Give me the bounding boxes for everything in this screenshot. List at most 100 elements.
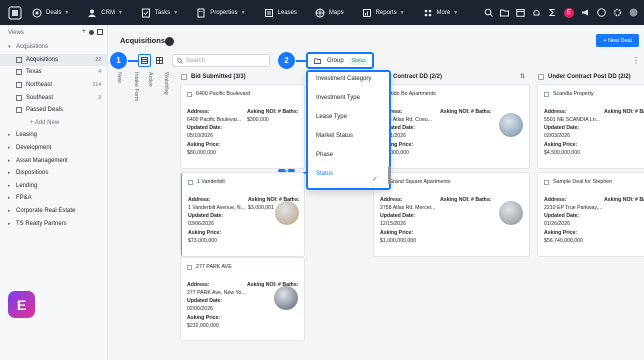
- group-by-label: Group: [327, 57, 344, 64]
- app-logo-icon[interactable]: [8, 5, 22, 20]
- sidebar-item[interactable]: Texas 4: [0, 66, 107, 79]
- deal-card[interactable]: Grand Square Apartments Address: Asking NO…: [374, 173, 529, 256]
- sidebar-item[interactable]: Southeast 3: [0, 91, 107, 104]
- sidebar-item-label: + Add New: [30, 119, 60, 126]
- sidebar-item[interactable]: ▸ Leasing: [0, 129, 107, 142]
- deal-name[interactable]: Scandia Property: [544, 91, 594, 97]
- deal-card[interactable]: Aldo Bo Apartments Address: Asking NOI: # B…: [374, 85, 529, 168]
- sidebar-item-label: TS Realty Partners: [16, 220, 67, 227]
- dropdown-option-investment-category[interactable]: Investment Category: [316, 76, 371, 82]
- deal-checkbox[interactable]: [188, 179, 193, 185]
- dropdown-option-phase[interactable]: Phase: [316, 152, 333, 158]
- nav-deals[interactable]: Deals ▼: [32, 8, 69, 18]
- chevron-right-icon[interactable]: ▸: [8, 183, 16, 189]
- address-label: Address:: [380, 197, 403, 203]
- sidebar-item[interactable]: ▸ FP&A: [0, 192, 107, 205]
- deal-checkbox[interactable]: [187, 91, 192, 97]
- updated-date-value: 02/06/2026: [187, 306, 213, 312]
- dropdown-option-lease-type[interactable]: Lease Type: [316, 114, 347, 120]
- collapsed-column-active[interactable]: Active: [147, 72, 153, 87]
- deal-checkbox[interactable]: [544, 91, 549, 97]
- deal-card[interactable]: Scandia Property Address: Asking NOI:# Bat…: [538, 85, 644, 168]
- board-view-button[interactable]: [153, 54, 166, 67]
- deal-name[interactable]: 277 PARK AVE: [187, 264, 232, 270]
- more-icon: [424, 9, 431, 16]
- chevron-down-icon[interactable]: ▾: [8, 44, 16, 50]
- nav-tasks[interactable]: Tasks ▼: [141, 8, 178, 18]
- tasks-icon: [141, 8, 150, 17]
- view-settings-icon[interactable]: [165, 37, 174, 46]
- nav-leases[interactable]: Leases: [264, 8, 297, 18]
- sidebar-item[interactable]: Northeast 214: [0, 79, 107, 92]
- app-badge-icon[interactable]: E: [8, 291, 35, 318]
- deal-checkbox[interactable]: [187, 264, 192, 270]
- dropdown-option-status[interactable]: Status: [316, 171, 333, 177]
- notification-bell-icon[interactable]: [532, 8, 541, 17]
- search-icon: [177, 57, 183, 64]
- sidebar-item[interactable]: Acquisitions 22: [0, 53, 107, 67]
- chevron-right-icon[interactable]: ▸: [8, 132, 16, 138]
- column-checkbox[interactable]: [538, 74, 544, 80]
- column-checkbox[interactable]: [181, 74, 187, 80]
- asking-price-value: $1,000,000,000: [380, 238, 417, 244]
- collapsed-column-watchlog[interactable]: Watchlog: [163, 72, 169, 95]
- sigma-icon[interactable]: [548, 8, 557, 17]
- help-icon[interactable]: [597, 8, 606, 17]
- gear-icon[interactable]: [613, 8, 622, 17]
- table-view-icon: [16, 69, 22, 76]
- view-options-icon[interactable]: [89, 30, 94, 35]
- megaphone-icon[interactable]: [581, 8, 590, 17]
- column-header[interactable]: Bid Submitted (3/3): [181, 71, 246, 83]
- nav-crm[interactable]: CRM ▼: [87, 8, 123, 18]
- nav-more[interactable]: More ▼: [423, 8, 458, 18]
- chevron-right-icon[interactable]: ▸: [8, 170, 16, 176]
- nav-maps[interactable]: Maps: [315, 8, 344, 18]
- dropdown-option-investment-type[interactable]: Investment Type: [316, 95, 360, 101]
- sidebar-item[interactable]: ▾ Acquisitions: [0, 41, 107, 54]
- chevron-right-icon[interactable]: ▸: [8, 221, 16, 227]
- dropdown-option-market-status[interactable]: Market Status: [316, 133, 353, 139]
- list-view-button[interactable]: [138, 54, 151, 67]
- dropdown-scrollbar[interactable]: [388, 166, 391, 184]
- chevron-right-icon[interactable]: ▸: [8, 158, 16, 164]
- nav-reports[interactable]: Reports ▼: [362, 8, 405, 18]
- chevron-right-icon[interactable]: ▸: [8, 145, 16, 151]
- nav-properties[interactable]: Properties ▼: [196, 8, 246, 18]
- collapsed-column-new[interactable]: New: [116, 72, 122, 83]
- new-deal-button[interactable]: + New Deal: [596, 34, 639, 47]
- collapsed-column-intake-form[interactable]: Intake Form: [133, 72, 139, 101]
- column-header[interactable]: Under Contract Post DD (2/2): [538, 71, 631, 83]
- search-input[interactable]: Search: [172, 54, 270, 67]
- deal-card[interactable]: 6400 Pacific Boulevard Address: Asking NOI…: [181, 85, 304, 168]
- more-options-icon[interactable]: ⋮: [632, 56, 640, 65]
- deal-checkbox[interactable]: [544, 179, 549, 185]
- collapse-sidebar-icon[interactable]: [97, 29, 103, 35]
- deal-name[interactable]: 1 Vanderbilt: [188, 179, 225, 185]
- chevron-right-icon[interactable]: ▸: [8, 195, 16, 201]
- sidebar-item[interactable]: ▸ Dispositions: [0, 167, 107, 180]
- sidebar-item[interactable]: + Add New: [0, 117, 107, 130]
- sidebar-item[interactable]: Passed Deals: [0, 104, 107, 117]
- folder-icon[interactable]: [500, 8, 509, 17]
- deal-name[interactable]: 6400 Pacific Boulevard: [187, 91, 250, 97]
- deal-card[interactable]: 277 PARK AVE Address: Asking NOI: # Baths: 2…: [181, 258, 304, 340]
- sidebar-item[interactable]: ▸ Lending: [0, 180, 107, 193]
- group-by-button[interactable]: Group Status: [306, 52, 374, 69]
- search-icon[interactable]: [484, 8, 493, 17]
- baths-label: # Baths:: [635, 109, 644, 115]
- sidebar-item[interactable]: ▸ Development: [0, 142, 107, 155]
- add-view-icon[interactable]: +: [82, 28, 86, 35]
- deal-name[interactable]: Sample Deal for Stephen: [544, 179, 612, 185]
- deal-card[interactable]: 1 Vanderbilt Address: Asking NOI: # Baths: 1…: [181, 173, 304, 256]
- sort-icon[interactable]: ⇅: [520, 73, 525, 80]
- user-profile-icon[interactable]: [629, 8, 638, 17]
- avatar[interactable]: E: [564, 7, 574, 18]
- sidebar-item[interactable]: ▸ Asset Management: [0, 154, 107, 167]
- board-view-icon: [156, 57, 163, 64]
- calendar-icon[interactable]: [516, 8, 525, 17]
- sidebar-item[interactable]: ▸ Corporate Real Estate: [0, 205, 107, 218]
- chevron-right-icon[interactable]: ▸: [8, 208, 16, 214]
- sidebar-item[interactable]: ▸ TS Realty Partners: [0, 217, 107, 230]
- deal-card[interactable]: Sample Deal for Stephen Address: Asking NO…: [538, 173, 644, 256]
- main-area: Acquisitions + New Deal Search Group Sta…: [108, 25, 644, 360]
